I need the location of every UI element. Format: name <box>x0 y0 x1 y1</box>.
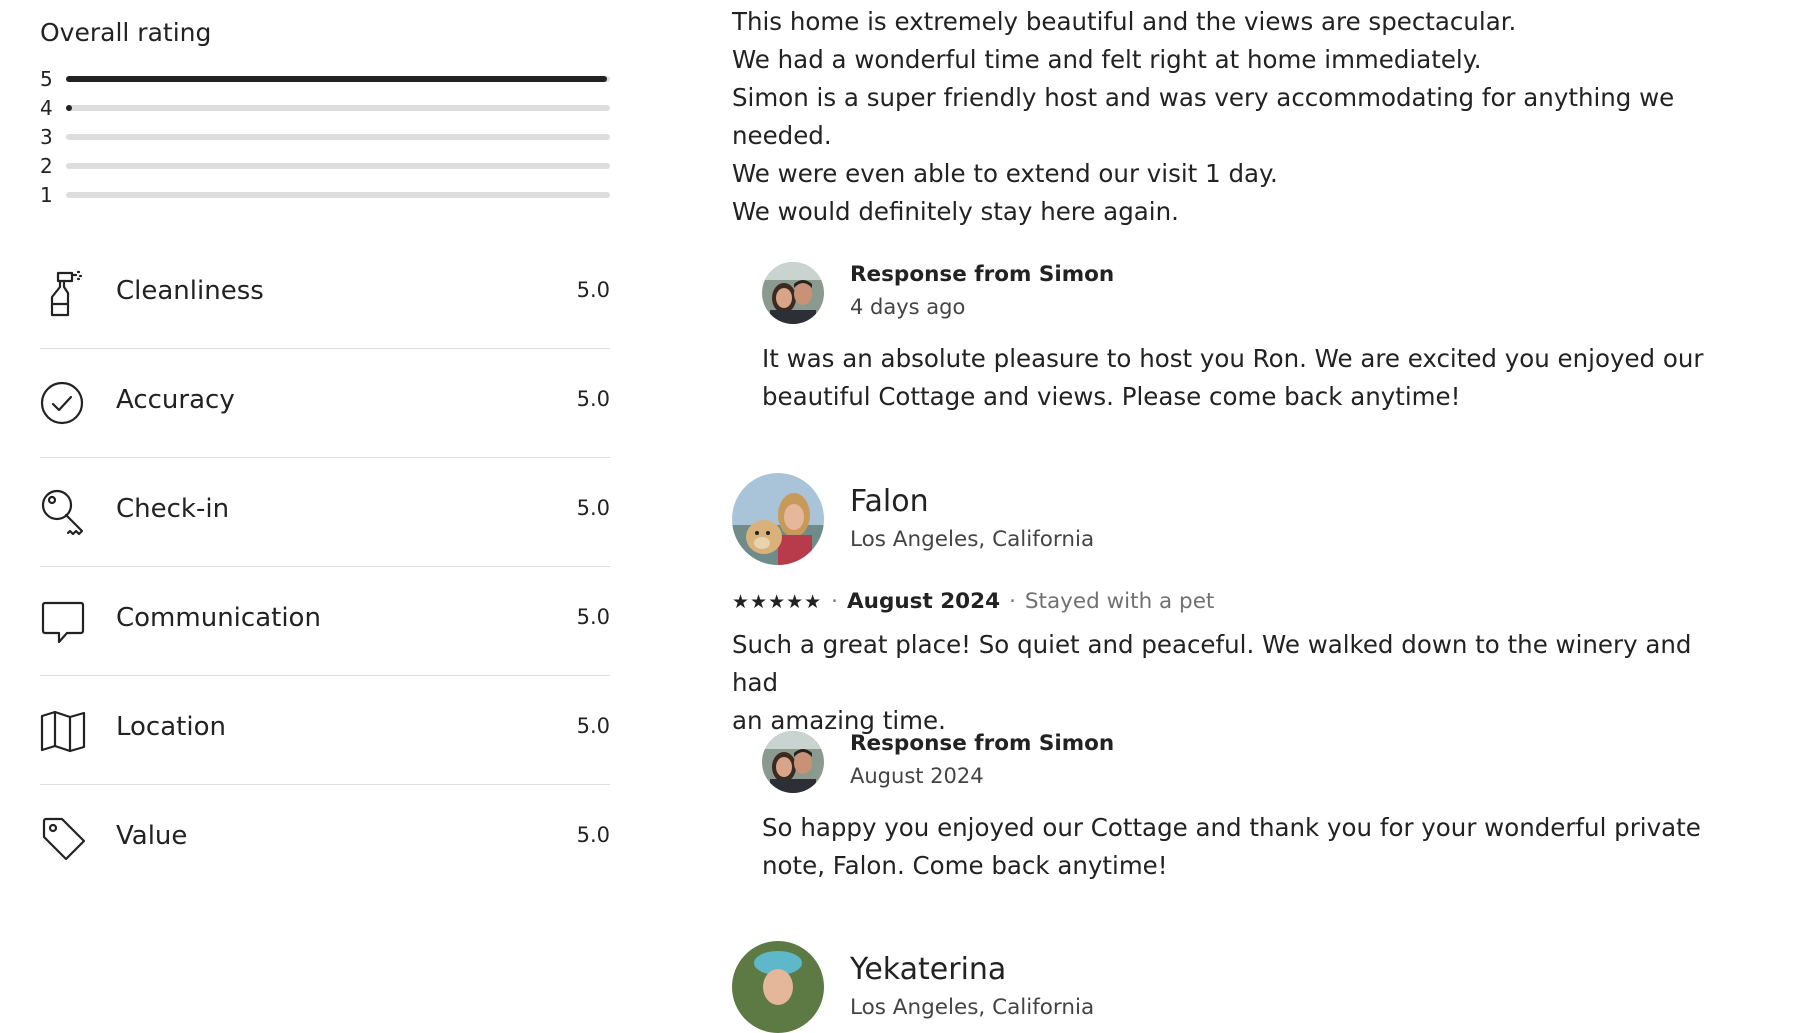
review-date: August 2024 <box>847 589 1001 614</box>
category-ratings: Cleanliness 5.0 Accuracy 5.0 Check-in 5.… <box>40 240 610 893</box>
chat-bubble-icon <box>40 595 86 647</box>
review-line: We were even able to extend our visit 1 … <box>732 159 1278 188</box>
category-score: 5.0 <box>576 278 610 302</box>
distribution-label: 5 <box>40 67 53 91</box>
tag-icon <box>40 813 86 865</box>
distribution-fill <box>66 105 72 111</box>
category-communication: Communication 5.0 <box>40 567 610 676</box>
category-score: 5.0 <box>576 605 610 629</box>
distribution-track <box>66 76 610 82</box>
response-date: 4 days ago <box>850 295 966 319</box>
category-score: 5.0 <box>576 823 610 847</box>
stay-detail: Stayed with a pet <box>1024 589 1215 614</box>
review-text: Such a great place! So quiet and peacefu… <box>732 626 1742 740</box>
category-accuracy: Accuracy 5.0 <box>40 349 610 458</box>
reviewer-avatar[interactable] <box>732 941 824 1033</box>
distribution-row-1: 1 <box>40 182 610 211</box>
distribution-row-5: 5 <box>40 66 610 95</box>
response-line: It was an absolute pleasure to host you … <box>762 344 1704 373</box>
category-label: Check-in <box>116 494 230 524</box>
distribution-row-4: 4 <box>40 95 610 124</box>
response-line: So happy you enjoyed our Cottage and tha… <box>762 813 1701 842</box>
category-label: Accuracy <box>116 385 235 415</box>
separator-dot: · <box>831 589 839 614</box>
review-line: needed. <box>732 121 832 150</box>
distribution-label: 4 <box>40 96 53 120</box>
map-icon <box>40 704 86 756</box>
reviewer-location: Los Angeles, California <box>850 527 1095 552</box>
category-score: 5.0 <box>576 714 610 738</box>
distribution-row-3: 3 <box>40 124 610 153</box>
category-label: Value <box>116 821 188 851</box>
category-location: Location 5.0 <box>40 676 610 785</box>
distribution-label: 1 <box>40 183 53 207</box>
ratings-panel: Overall rating 5 4 3 2 1 Cleanliness 5.0… <box>40 0 610 1000</box>
category-score: 5.0 <box>576 387 610 411</box>
host-avatar[interactable] <box>762 262 824 324</box>
overall-rating-title: Overall rating <box>40 18 212 47</box>
distribution-track <box>66 163 610 169</box>
host-avatar[interactable] <box>762 731 824 793</box>
distribution-row-2: 2 <box>40 153 610 182</box>
review-text: This home is extremely beautiful and the… <box>732 3 1732 231</box>
category-label: Communication <box>116 603 321 633</box>
distribution-label: 3 <box>40 125 53 149</box>
category-cleanliness: Cleanliness 5.0 <box>40 240 610 349</box>
review-meta: ★★★★★ · August 2024 · Stayed with a pet <box>732 589 1214 614</box>
distribution-track <box>66 105 610 111</box>
category-value: Value 5.0 <box>40 785 610 893</box>
reviewer-name: Yekaterina <box>850 952 1007 987</box>
reviewer-name: Falon <box>850 484 929 519</box>
spray-bottle-icon <box>40 268 86 320</box>
category-score: 5.0 <box>576 496 610 520</box>
category-label: Cleanliness <box>116 276 264 306</box>
reviews-panel: This home is extremely beautiful and the… <box>732 0 1742 1033</box>
star-rating: ★★★★★ <box>732 590 823 613</box>
response-line: note, Falon. Come back anytime! <box>762 851 1168 880</box>
distribution-track <box>66 192 610 198</box>
distribution-track <box>66 134 610 140</box>
response-from: Response from Simon <box>850 262 1115 287</box>
response-text: It was an absolute pleasure to host you … <box>762 340 1722 416</box>
reviewer-location: Los Angeles, California <box>850 995 1095 1020</box>
key-icon <box>40 486 86 538</box>
response-line: beautiful Cottage and views. Please come… <box>762 382 1461 411</box>
review-line: We would definitely stay here again. <box>732 197 1179 226</box>
category-check-in: Check-in 5.0 <box>40 458 610 567</box>
distribution-label: 2 <box>40 154 53 178</box>
distribution-fill <box>66 76 608 82</box>
review-line: Simon is a super friendly host and was v… <box>732 83 1675 112</box>
category-label: Location <box>116 712 226 742</box>
review-line: This home is extremely beautiful and the… <box>732 7 1517 36</box>
reviewer-avatar[interactable] <box>732 473 824 565</box>
review-line: Such a great place! So quiet and peacefu… <box>732 630 1692 697</box>
response-date: August 2024 <box>850 764 984 788</box>
rating-distribution: 5 4 3 2 1 <box>40 66 610 211</box>
check-circle-icon <box>40 377 86 429</box>
separator-dot: · <box>1009 589 1016 614</box>
response-from: Response from Simon <box>850 731 1115 756</box>
review-line: We had a wonderful time and felt right a… <box>732 45 1482 74</box>
response-text: So happy you enjoyed our Cottage and tha… <box>762 809 1722 885</box>
